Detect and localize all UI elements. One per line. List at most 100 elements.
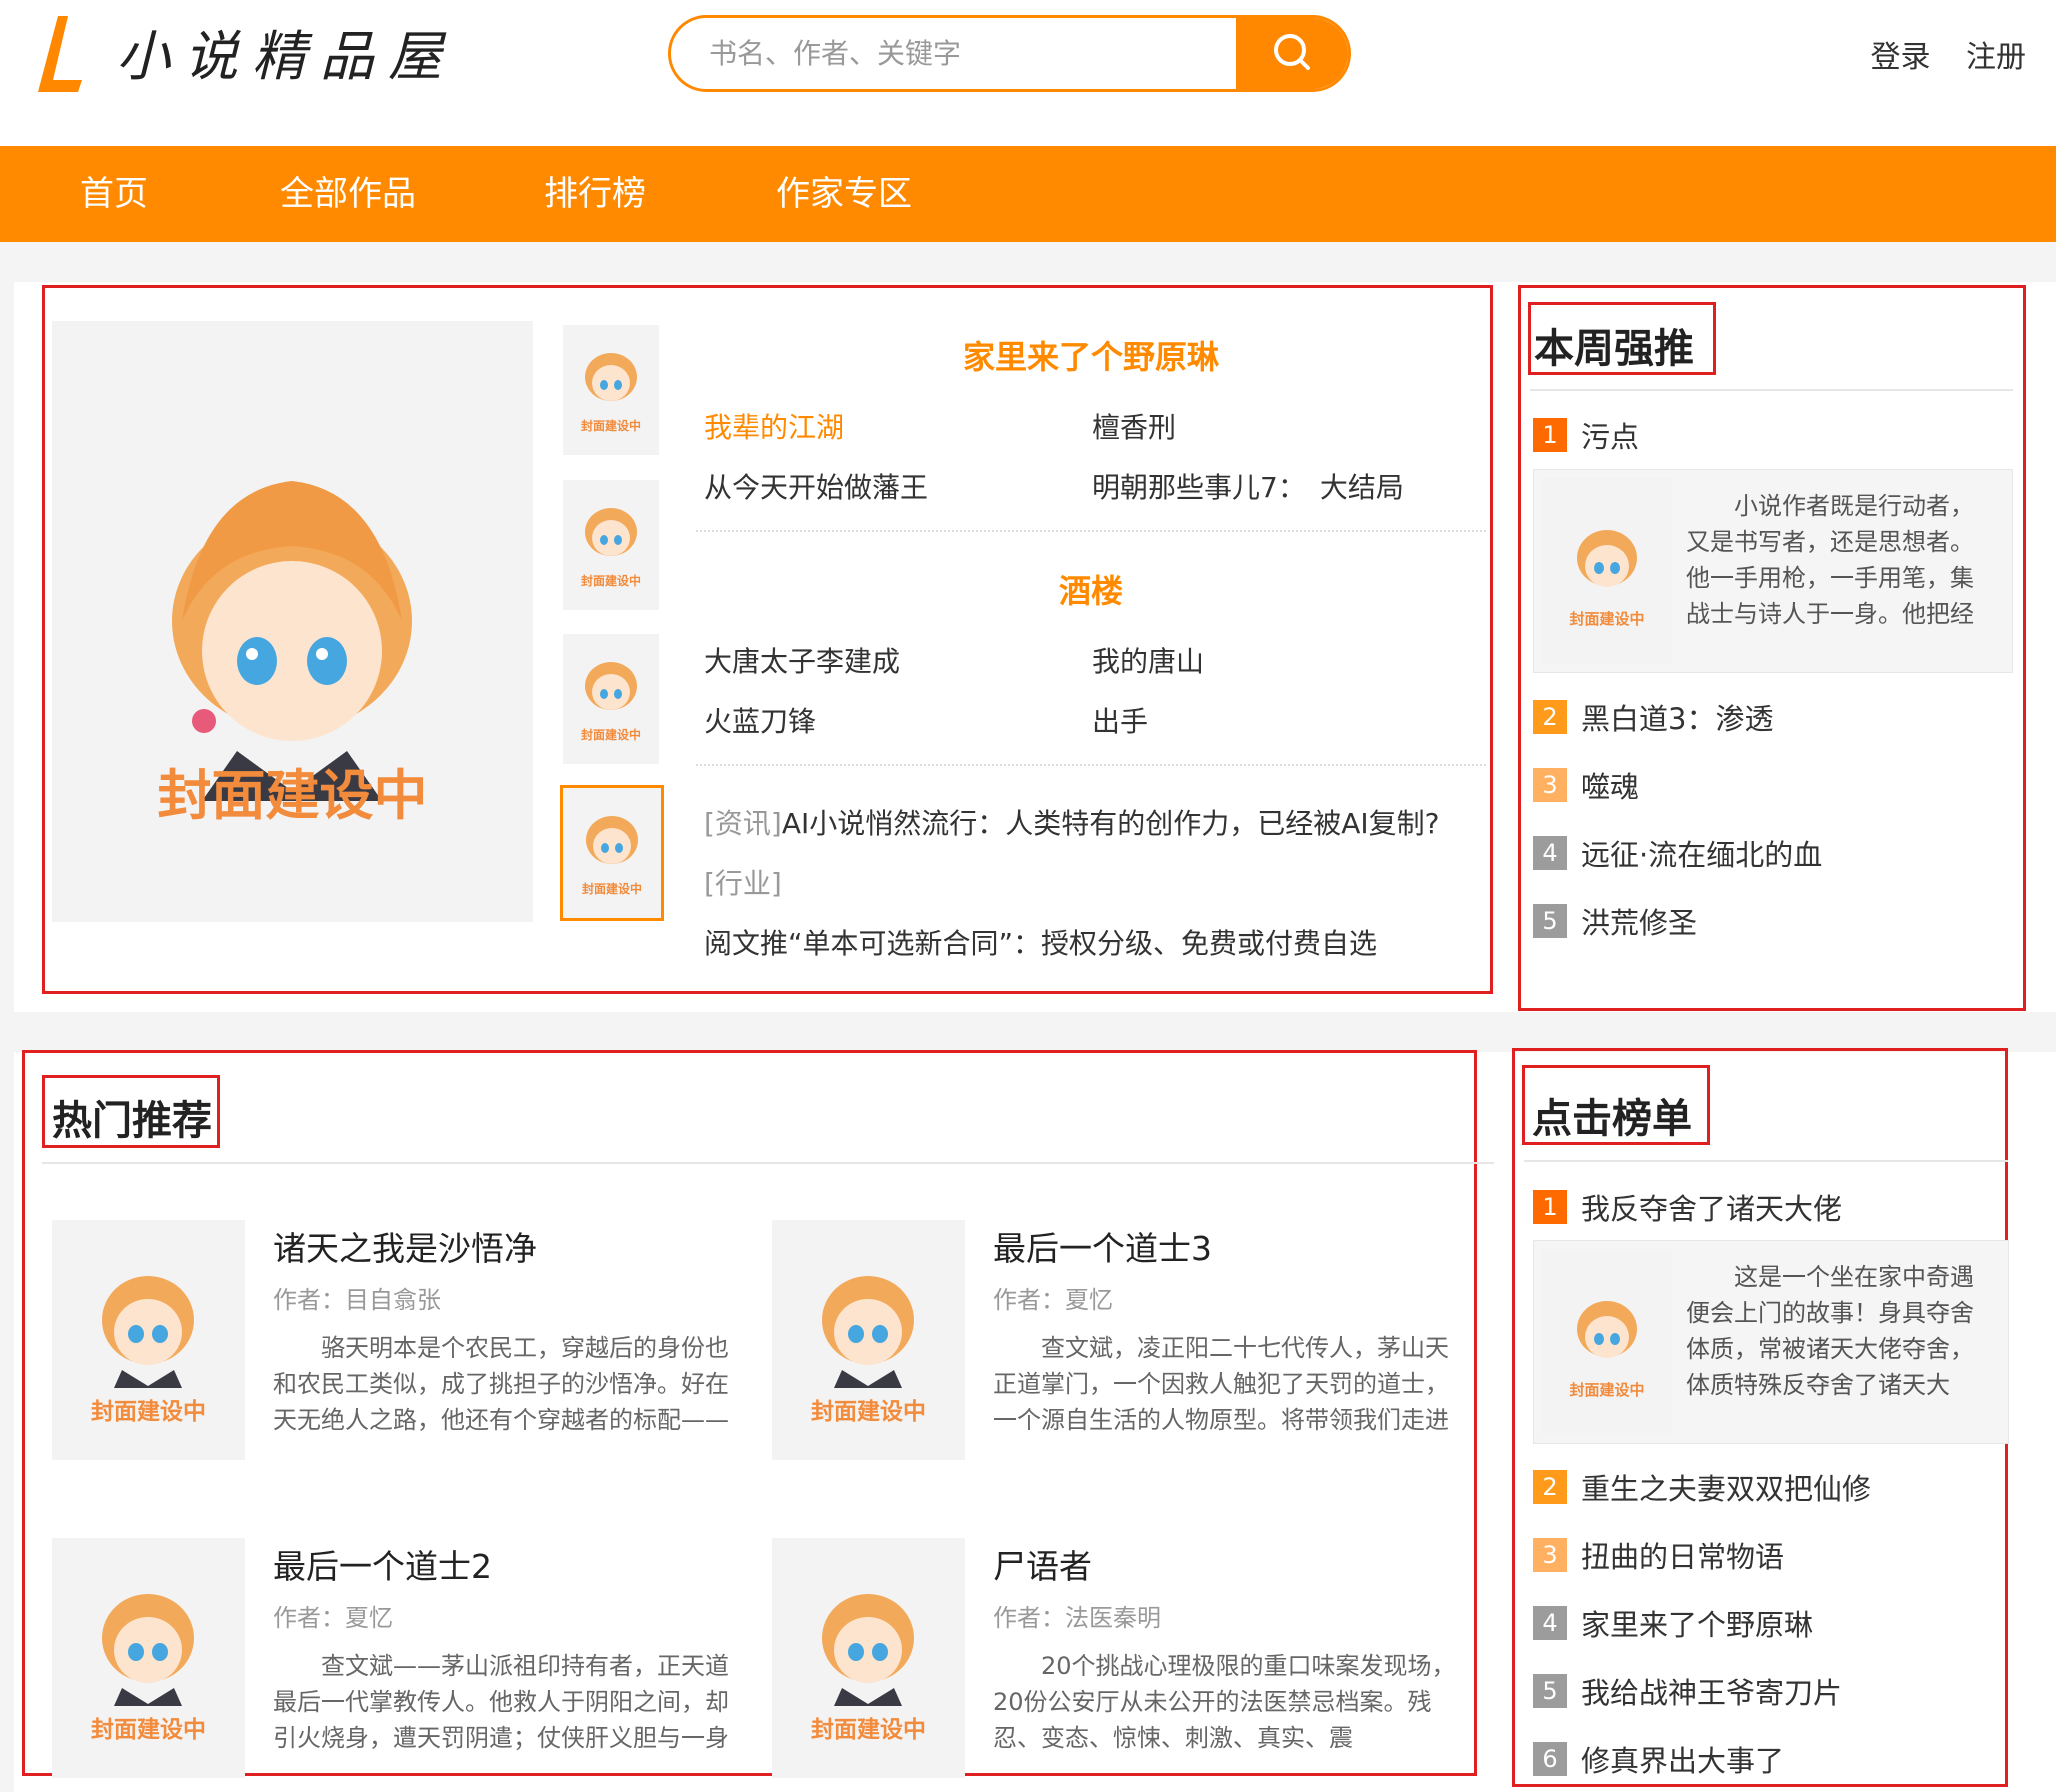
book-author[interactable]: 作者：法医秦明 bbox=[993, 1598, 1161, 1633]
cover-placeholder-text: 封面建设中 bbox=[91, 1717, 206, 1743]
search-icon bbox=[1274, 34, 1310, 70]
anime-girl-image bbox=[585, 353, 637, 401]
rank-badge: 2 bbox=[1533, 1470, 1567, 1504]
book-cover: 封面建设中 bbox=[1542, 1249, 1672, 1435]
book-author[interactable]: 作者：夏忆 bbox=[273, 1598, 393, 1633]
divider bbox=[42, 1162, 1494, 1164]
featured-link[interactable]: 大唐太子李建成 bbox=[704, 640, 900, 680]
login-link[interactable]: 登录 bbox=[1870, 40, 1930, 75]
weekly-rank-item[interactable]: 5 洪荒修圣 bbox=[1533, 900, 1697, 940]
thumb-placeholder-text: 封面建设中 bbox=[580, 728, 641, 742]
weekly-rank-item[interactable]: 1 污点 bbox=[1533, 414, 1639, 454]
rank-badge: 3 bbox=[1533, 768, 1567, 802]
cover-placeholder-text: 封面建设中 bbox=[91, 1399, 206, 1425]
book-desc: 20个挑战心理极限的重口味案发现场，20份公安厅从未公开的法医禁忌档案。残忍、变… bbox=[993, 1652, 1456, 1752]
featured-link[interactable]: 我辈的江湖 bbox=[704, 406, 844, 446]
weekly-rank-item[interactable]: 4 远征·流在缅北的血 bbox=[1533, 832, 1822, 872]
anime-girl-image bbox=[585, 508, 637, 556]
weekly-top-card[interactable]: 封面建设中 小说作者既是行动者，又是书写者，还是思想者。他一手用枪，一手用笔，集… bbox=[1533, 469, 2013, 673]
featured-link[interactable]: 出手 bbox=[1092, 700, 1148, 740]
search-input[interactable] bbox=[671, 18, 1236, 89]
featured-link[interactable]: 明朝那些事儿7： 大结局 bbox=[1092, 466, 1404, 506]
clicks-title: 点击榜单 bbox=[1532, 1096, 1692, 1142]
news-tag: [行业] bbox=[704, 867, 782, 900]
clicks-rank-item[interactable]: 6 修真界出大事了 bbox=[1533, 1738, 1784, 1778]
book-desc: 骆天明本是个农民工，穿越后的身份也和农民工类似，成了挑担子的沙悟净。好在天无绝人… bbox=[273, 1334, 729, 1434]
rank-badge: 4 bbox=[1533, 836, 1567, 870]
weekly-rank-item[interactable]: 3 噬魂 bbox=[1533, 764, 1639, 804]
book-title[interactable]: 尸语者 bbox=[993, 1540, 1092, 1588]
featured-link[interactable]: 从今天开始做藩王 bbox=[704, 466, 928, 506]
featured-link[interactable]: 檀香刑 bbox=[1092, 406, 1176, 446]
clicks-top-card[interactable]: 封面建设中 这是一个坐在家中奇遇便会上门的故事！身具夺舍体质，常被诸天大佬夺舍，… bbox=[1533, 1240, 2009, 1444]
anime-girl-image bbox=[172, 481, 412, 801]
anime-girl-image bbox=[586, 816, 638, 864]
anime-girl-image bbox=[585, 662, 637, 710]
book-title[interactable]: 最后一个道士3 bbox=[993, 1222, 1212, 1270]
clicks-rank-item[interactable]: 4 家里来了个野原琳 bbox=[1533, 1602, 1813, 1642]
site-header: 小说精品屋 登录 注册 bbox=[0, 0, 2056, 146]
anime-girl-image bbox=[1577, 1301, 1637, 1358]
divider bbox=[1524, 1160, 2008, 1162]
news-text: AI小说悄然流行：人类特有的创作力，已经被AI复制? bbox=[781, 807, 1440, 840]
featured-thumb-3[interactable]: 封面建设中 bbox=[563, 634, 659, 764]
cover-placeholder-text: 封面建设中 bbox=[811, 1399, 926, 1425]
book-cover[interactable]: 封面建设中 bbox=[52, 1220, 245, 1460]
rank-badge: 2 bbox=[1533, 700, 1567, 734]
book-title[interactable]: 最后一个道士2 bbox=[273, 1540, 492, 1588]
news-item[interactable]: 阅文推“单本可选新合同”：授权分级、免费或付费自选 bbox=[704, 922, 1377, 962]
news-text: 阅文推“单本可选新合同”：授权分级、免费或付费自选 bbox=[704, 927, 1378, 960]
book-author[interactable]: 作者：夏忆 bbox=[993, 1280, 1113, 1315]
book-cover: 封面建设中 bbox=[1542, 478, 1672, 664]
account-links: 登录 注册 bbox=[1844, 32, 2026, 76]
nav-author-zone[interactable]: 作家专区 bbox=[776, 146, 912, 242]
nav-all-works[interactable]: 全部作品 bbox=[280, 146, 416, 242]
register-link[interactable]: 注册 bbox=[1966, 40, 2026, 75]
featured-cover[interactable]: 封面建设中 bbox=[52, 321, 533, 922]
logo-icon[interactable] bbox=[36, 14, 86, 94]
search-button[interactable] bbox=[1236, 18, 1348, 89]
site-name[interactable]: 小说精品屋 bbox=[116, 22, 456, 92]
news-tag: [资讯] bbox=[704, 807, 782, 840]
book-cover[interactable]: 封面建设中 bbox=[772, 1220, 965, 1460]
book-cover[interactable]: 封面建设中 bbox=[772, 1538, 965, 1778]
divider bbox=[696, 530, 1486, 532]
cover-placeholder-text: 封面建设中 bbox=[157, 764, 428, 827]
news-item[interactable]: [行业] bbox=[704, 862, 782, 902]
featured-link[interactable]: 火蓝刀锋 bbox=[704, 700, 816, 740]
featured-thumb-1[interactable]: 封面建设中 bbox=[563, 325, 659, 455]
book-title[interactable]: 诸天之我是沙悟净 bbox=[273, 1222, 537, 1270]
book-desc: 查文斌——茅山派祖印持有者，正天道最后一代掌教传人。他救人于阴阳之间，却引火烧身… bbox=[273, 1652, 729, 1752]
featured-thumb-2[interactable]: 封面建设中 bbox=[563, 480, 659, 610]
book-author[interactable]: 作者：目自翕张 bbox=[273, 1280, 441, 1315]
news-item[interactable]: [资讯]AI小说悄然流行：人类特有的创作力，已经被AI复制? bbox=[704, 802, 1440, 842]
clicks-top-desc: 这是一个坐在家中奇遇便会上门的故事！身具夺舍体质，常被诸天大佬夺舍，体质特殊反夺… bbox=[1686, 1263, 1974, 1399]
rank-badge: 6 bbox=[1533, 1742, 1567, 1776]
rank-badge: 3 bbox=[1533, 1538, 1567, 1572]
weekly-title: 本周强推 bbox=[1534, 326, 1694, 372]
clicks-rank-item[interactable]: 2 重生之夫妻双双把仙修 bbox=[1533, 1466, 1871, 1506]
nav-rankings[interactable]: 排行榜 bbox=[544, 146, 646, 242]
main-nav: 首页 全部作品 排行榜 作家专区 bbox=[0, 146, 2056, 242]
featured-group1-title[interactable]: 家里来了个野原琳 bbox=[696, 332, 1486, 378]
clicks-rank-item[interactable]: 5 我给战神王爷寄刀片 bbox=[1533, 1670, 1842, 1710]
thumb-placeholder-text: 封面建设中 bbox=[581, 882, 642, 896]
weekly-rank-item[interactable]: 2 黑白道3：渗透 bbox=[1533, 696, 1773, 736]
clicks-rank-item[interactable]: 3 扭曲的日常物语 bbox=[1533, 1534, 1784, 1574]
rank-badge: 1 bbox=[1533, 418, 1567, 452]
nav-home[interactable]: 首页 bbox=[80, 146, 148, 242]
divider bbox=[696, 764, 1486, 766]
rank-badge: 5 bbox=[1533, 1674, 1567, 1708]
thumb-placeholder-text: 封面建设中 bbox=[580, 574, 641, 588]
featured-thumb-4[interactable]: 封面建设中 bbox=[560, 785, 664, 921]
book-cover[interactable]: 封面建设中 bbox=[52, 1538, 245, 1778]
weekly-top-desc: 小说作者既是行动者，又是书写者，还是思想者。他一手用枪，一手用笔，集战士与诗人于… bbox=[1686, 492, 1974, 628]
featured-group2-title[interactable]: 酒楼 bbox=[696, 566, 1486, 612]
thumb-placeholder-text: 封面建设中 bbox=[1569, 610, 1645, 628]
anime-girl-image bbox=[1577, 530, 1637, 587]
featured-link[interactable]: 我的唐山 bbox=[1092, 640, 1204, 680]
thumb-placeholder-text: 封面建设中 bbox=[580, 419, 641, 433]
clicks-rank-item[interactable]: 1 我反夺舍了诸天大佬 bbox=[1533, 1186, 1842, 1226]
rank-badge: 1 bbox=[1533, 1190, 1567, 1224]
thumb-placeholder-text: 封面建设中 bbox=[1569, 1381, 1645, 1399]
